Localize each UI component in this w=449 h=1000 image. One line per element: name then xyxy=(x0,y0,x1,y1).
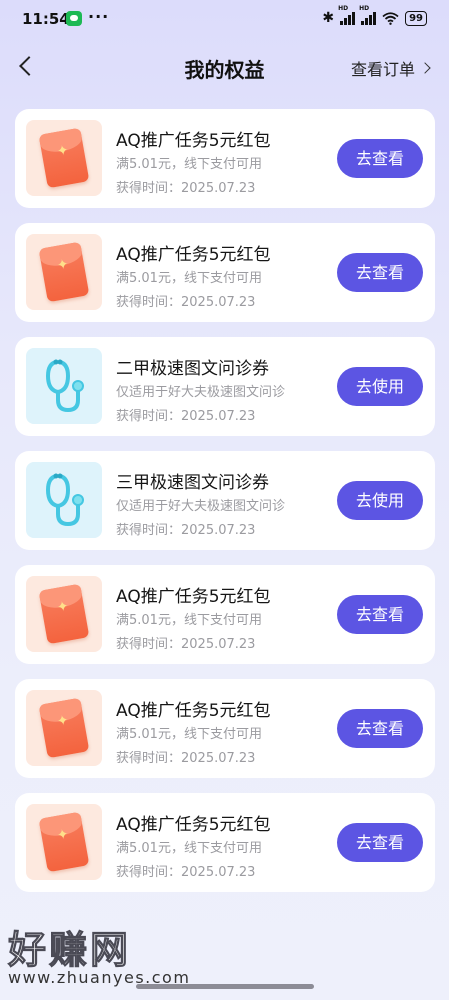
bluetooth-icon: ✱ xyxy=(322,10,335,26)
benefit-date: 获得时间：2025.07.23 xyxy=(116,751,256,766)
benefit-date: 获得时间：2025.07.23 xyxy=(116,523,256,538)
benefit-thumbnail: ✦ xyxy=(26,804,102,880)
benefit-action-button[interactable]: 去查看 xyxy=(337,253,423,292)
benefit-condition: 仅适用于好大夫极速图文问诊 xyxy=(116,385,286,400)
benefit-condition: 满5.01元，线下支付可用 xyxy=(116,841,262,856)
benefit-card[interactable]: 三甲极速图文问诊券仅适用于好大夫极速图文问诊 获得时间：2025.07.23 去使用 xyxy=(15,451,435,550)
benefit-thumbnail: ✦ xyxy=(26,690,102,766)
benefit-thumbnail: ✦ xyxy=(26,234,102,310)
battery-icon: 99 xyxy=(405,10,427,26)
chevron-right-icon xyxy=(419,62,431,74)
status-bar: 11:54 ··· ✱ HD HD 99 xyxy=(0,0,449,40)
signal-icon: HD xyxy=(338,5,356,25)
benefit-action-button[interactable]: 去查看 xyxy=(337,823,423,862)
benefits-list: ✦ AQ推广任务5元红包 满5.01元，线下支付可用 获得时间：2025.07.23 去… xyxy=(15,109,435,907)
benefit-card[interactable]: ✦ AQ推广任务5元红包满5.01元，线下支付可用 获得时间：2025.07.23 去… xyxy=(15,223,435,322)
benefit-title: 三甲极速图文问诊券 xyxy=(116,473,269,493)
benefit-condition: 满5.01元，线下支付可用 xyxy=(116,613,262,628)
benefit-condition: 满5.01元，线下支付可用 xyxy=(116,727,262,742)
watermark-text: 好赚网 xyxy=(7,928,132,972)
stethoscope-icon xyxy=(45,359,84,413)
benefit-card[interactable]: ✦ AQ推广任务5元红包满5.01元，线下支付可用 获得时间：2025.07.23 去… xyxy=(15,793,435,892)
view-orders-label: 查看订单 xyxy=(350,60,415,79)
benefit-card[interactable]: ✦ AQ推广任务5元红包满5.01元，线下支付可用 获得时间：2025.07.23 去… xyxy=(15,679,435,778)
benefit-date: 获得时间：2025.07.23 xyxy=(116,409,256,424)
red-envelope-icon: ✦ xyxy=(38,583,90,645)
red-envelope-icon: ✦ xyxy=(38,241,90,303)
status-time: 11:54 xyxy=(22,10,70,28)
signal-icon: HD xyxy=(359,5,377,25)
navigation-bar: 我的权益 查看订单 xyxy=(0,44,449,92)
wifi-icon xyxy=(382,11,399,25)
red-envelope-icon: ✦ xyxy=(38,697,90,759)
wechat-notification-icon xyxy=(66,11,82,26)
benefit-condition: 满5.01元，线下支付可用 xyxy=(116,157,262,172)
benefit-title: AQ推广任务5元红包 xyxy=(116,587,271,607)
stethoscope-icon xyxy=(45,473,84,527)
benefit-action-button[interactable]: 去使用 xyxy=(337,367,423,406)
benefit-card[interactable]: ✦ AQ推广任务5元红包满5.01元，线下支付可用 获得时间：2025.07.23 去… xyxy=(15,565,435,664)
red-envelope-icon: ✦ xyxy=(38,127,90,189)
benefit-card[interactable]: ✦ AQ推广任务5元红包满5.01元，线下支付可用 获得时间：2025.07.23 去… xyxy=(15,109,435,208)
benefit-title: AQ推广任务5元红包 xyxy=(116,815,271,835)
benefit-date: 获得时间：2025.07.23 xyxy=(116,295,256,310)
benefit-action-button[interactable]: 去查看 xyxy=(337,595,423,634)
view-orders-link[interactable]: 查看订单 xyxy=(350,56,431,80)
benefit-condition: 仅适用于好大夫极速图文问诊 xyxy=(116,499,286,514)
benefit-action-button[interactable]: 去查看 xyxy=(337,139,423,178)
benefit-title: 二甲极速图文问诊券 xyxy=(116,359,269,379)
benefit-title: AQ推广任务5元红包 xyxy=(116,701,271,721)
red-envelope-icon: ✦ xyxy=(38,811,90,873)
benefit-date: 获得时间：2025.07.23 xyxy=(116,637,256,652)
benefit-thumbnail xyxy=(26,348,102,424)
benefit-thumbnail: ✦ xyxy=(26,120,102,196)
benefit-action-button[interactable]: 去使用 xyxy=(337,481,423,520)
benefit-date: 获得时间：2025.07.23 xyxy=(116,865,256,880)
benefit-title: AQ推广任务5元红包 xyxy=(116,245,271,265)
benefit-thumbnail xyxy=(26,462,102,538)
watermark: 好赚网 www.zhuanyes.com xyxy=(7,928,190,988)
benefit-title: AQ推广任务5元红包 xyxy=(116,131,271,151)
benefit-card[interactable]: 二甲极速图文问诊券仅适用于好大夫极速图文问诊 获得时间：2025.07.23 去使用 xyxy=(15,337,435,436)
benefit-date: 获得时间：2025.07.23 xyxy=(116,181,256,196)
more-notifications-icon: ··· xyxy=(88,7,110,26)
benefit-action-button[interactable]: 去查看 xyxy=(337,709,423,748)
home-indicator[interactable] xyxy=(136,984,314,989)
benefit-thumbnail: ✦ xyxy=(26,576,102,652)
benefit-condition: 满5.01元，线下支付可用 xyxy=(116,271,262,286)
